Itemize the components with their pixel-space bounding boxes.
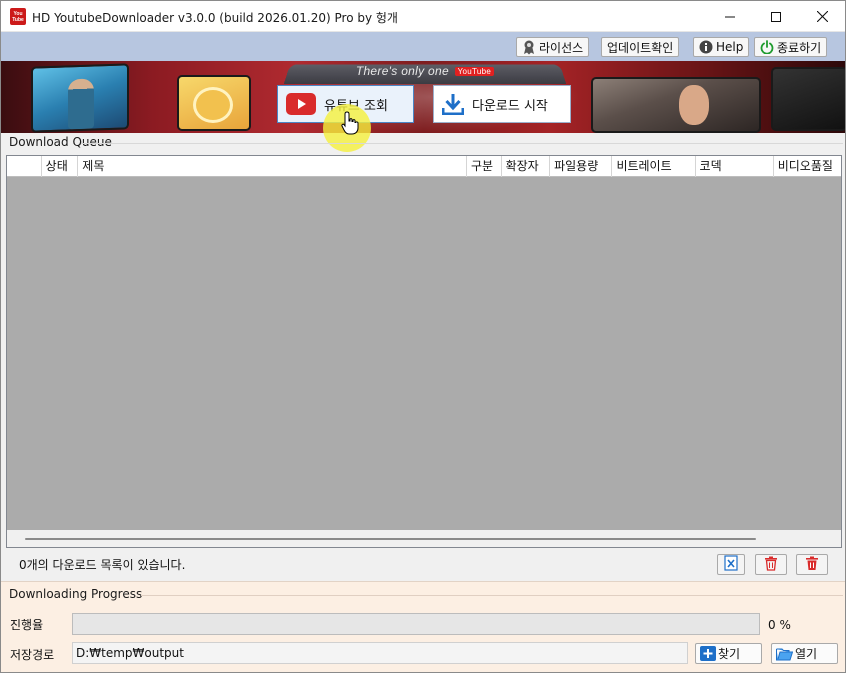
column-header-bitrate[interactable]: 비트레이트 <box>612 156 696 177</box>
license-button[interactable]: 라이선스 <box>516 37 590 57</box>
scrollbar-thumb[interactable] <box>25 538 756 540</box>
window-title: HD YoutubeDownloader v3.0.0 (build 2026.… <box>32 11 398 25</box>
maximize-icon <box>771 11 781 22</box>
export-excel-button[interactable] <box>717 554 745 575</box>
maximize-button[interactable] <box>753 1 799 32</box>
column-header-select[interactable] <box>7 156 42 177</box>
trash-outline-icon <box>764 556 778 574</box>
banner: There's only one YouTube 유튜브 조회 다운로드 시작 <box>1 61 845 133</box>
update-label: 업데이트확인 <box>607 40 674 55</box>
banner-tagline: There's only one YouTube <box>297 64 553 78</box>
download-queue-label: Download Queue <box>9 135 114 149</box>
column-header-codec[interactable]: 코덱 <box>696 156 774 177</box>
banner-video-thumbnail <box>591 77 761 133</box>
browse-button[interactable]: 찾기 <box>695 643 762 664</box>
downloading-progress-panel: Downloading Progress 진행율 0 % 저장경로 D:₩tem… <box>1 581 845 672</box>
progress-label: 진행율 <box>10 618 44 632</box>
progress-percent: 0 % <box>768 618 791 632</box>
app-logo-icon: You Tube <box>10 8 26 25</box>
youtube-play-icon <box>286 93 316 115</box>
youtube-badge: YouTube <box>454 67 495 76</box>
close-button[interactable] <box>799 1 845 32</box>
open-folder-button[interactable]: 열기 <box>771 643 838 664</box>
license-label: 라이선스 <box>539 40 584 55</box>
download-progress-bar <box>72 613 760 635</box>
info-icon <box>699 40 713 54</box>
update-check-button[interactable]: 업데이트확인 <box>601 37 680 57</box>
downloading-progress-label: Downloading Progress <box>9 587 145 601</box>
minimize-button[interactable] <box>707 1 753 32</box>
horizontal-scrollbar[interactable] <box>7 530 841 547</box>
trash-filled-icon <box>805 556 819 574</box>
column-header-video-quality[interactable]: 비디오품질 <box>774 156 841 177</box>
delete-all-button[interactable] <box>796 554 828 575</box>
banner-video-thumbnail <box>31 63 129 133</box>
delete-selected-button[interactable] <box>755 554 787 575</box>
browse-label: 찾기 <box>718 647 741 661</box>
save-path-field[interactable]: D:₩temp₩output <box>72 642 688 664</box>
license-ribbon-icon <box>522 40 536 55</box>
start-download-button[interactable]: 다운로드 시작 <box>433 85 571 123</box>
save-path-label: 저장경로 <box>10 648 55 662</box>
top-toolbar: 라이선스 업데이트확인 Help 종료하기 <box>1 32 845 61</box>
download-icon <box>442 93 464 115</box>
banner-video-thumbnail <box>177 75 251 131</box>
excel-export-icon <box>724 555 738 574</box>
queue-status-text: 0개의 다운로드 목록이 있습니다. <box>19 558 186 572</box>
exit-button[interactable]: 종료하기 <box>754 37 828 57</box>
close-icon <box>816 11 828 22</box>
column-header-file-size[interactable]: 파일용량 <box>550 156 613 177</box>
folder-icon <box>776 647 793 661</box>
minimize-icon <box>725 16 735 17</box>
title-bar: You Tube HD YoutubeDownloader v3.0.0 (bui… <box>1 1 845 32</box>
app-window: You Tube HD YoutubeDownloader v3.0.0 (bui… <box>0 0 846 673</box>
help-button[interactable]: Help <box>693 37 750 57</box>
column-header-title[interactable]: 제목 <box>78 156 467 177</box>
column-header-extension[interactable]: 확장자 <box>502 156 551 177</box>
start-label: 다운로드 시작 <box>472 98 548 114</box>
open-label: 열기 <box>795 647 818 661</box>
column-header-type[interactable]: 구분 <box>467 156 502 177</box>
hand-cursor-icon <box>341 111 359 138</box>
table-header: 상태 제목 구분 확장자 파일용량 비트레이트 코덱 비디오품질 <box>7 156 841 177</box>
help-label: Help <box>716 40 744 54</box>
banner-video-thumbnail <box>771 67 845 131</box>
download-queue-table[interactable]: 상태 제목 구분 확장자 파일용량 비트레이트 코덱 비디오품질 <box>6 155 842 548</box>
column-header-status[interactable]: 상태 <box>42 156 79 177</box>
queue-status-bar: 0개의 다운로드 목록이 있습니다. <box>1 549 845 579</box>
power-icon <box>760 40 774 54</box>
exit-label: 종료하기 <box>777 40 822 55</box>
add-folder-icon <box>700 646 716 661</box>
